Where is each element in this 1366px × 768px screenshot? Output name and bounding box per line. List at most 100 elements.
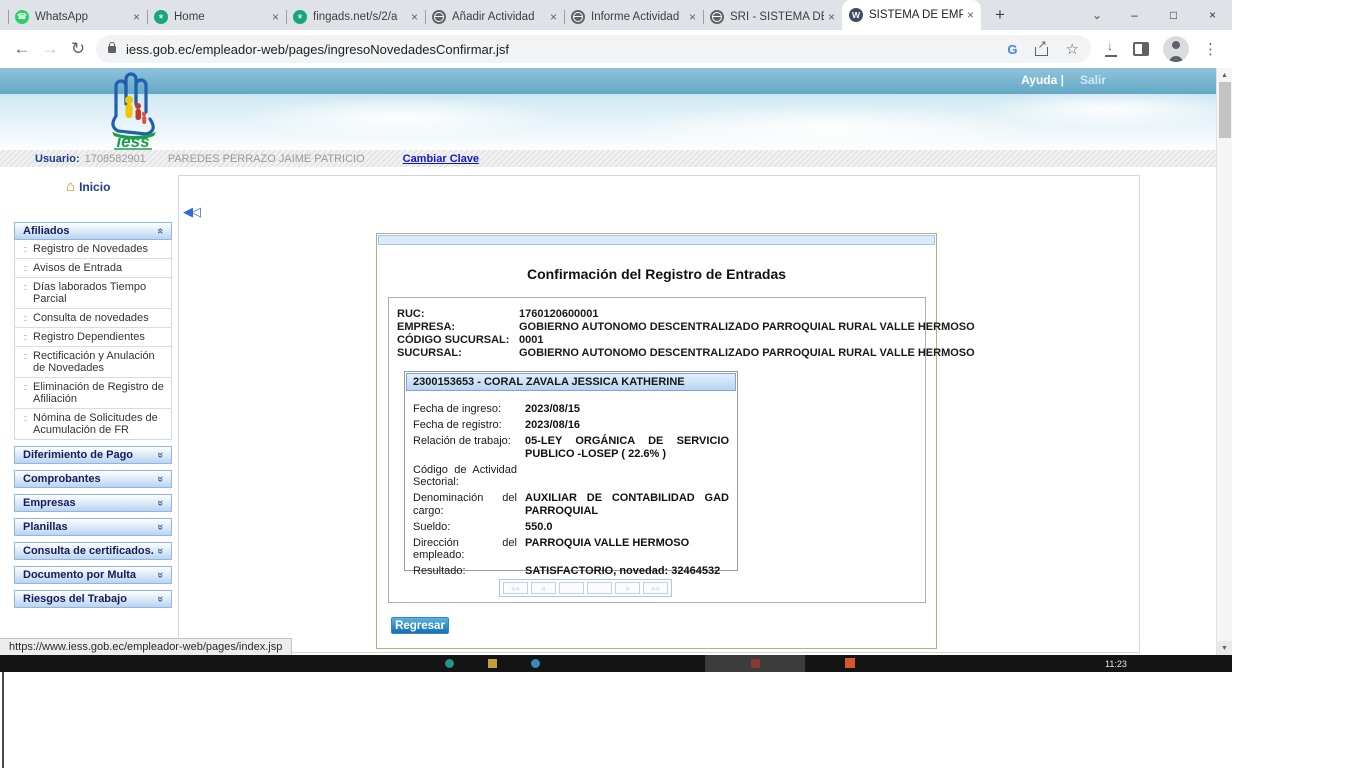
new-tab-button[interactable]: + <box>987 2 1013 28</box>
sidebar-section-afiliados[interactable]: Afiliados « <box>14 222 172 240</box>
menu-item-label: Rectificación y Anulación de Novedades <box>33 350 169 374</box>
share-icon[interactable] <box>1034 41 1050 57</box>
pager-button[interactable]: »» <box>643 582 668 594</box>
sidebar-section-header[interactable]: Planillas » <box>14 518 172 536</box>
chevron-down-icon: » <box>154 500 166 506</box>
company-field-row: EMPRESA: GOBIERNO AUTONOMO DESCENTRALIZA… <box>397 321 917 334</box>
profile-avatar[interactable] <box>1163 36 1189 62</box>
toolbar-actions: ⋮ <box>1097 36 1224 62</box>
pager-button[interactable]: «« <box>503 582 528 594</box>
close-tab-icon[interactable]: × <box>550 10 557 24</box>
back-icon[interactable]: ← <box>8 35 36 63</box>
close-window-button[interactable]: × <box>1193 0 1232 30</box>
sidebar-section-header[interactable]: Diferimiento de Pago » <box>14 446 172 464</box>
browser-tab[interactable]: Home × <box>147 3 286 30</box>
section-label: Comprobantes <box>23 473 101 485</box>
close-tab-icon[interactable]: × <box>689 10 696 24</box>
usuario-id: 1708582901 <box>85 153 146 165</box>
employee-field-row: Código de Actividad Sectorial: <box>413 464 729 489</box>
field-value: 1760120600001 <box>519 308 599 321</box>
sidebar-menu-item[interactable]: Consulta de novedades <box>15 309 171 328</box>
bullet-icon <box>17 331 33 343</box>
sidebar-section-header[interactable]: Riesgos del Trabajo » <box>14 590 172 608</box>
company-field-row: SUCURSAL: GOBIERNO AUTONOMO DESCENTRALIZ… <box>397 347 917 360</box>
scrollbar-thumb[interactable] <box>1219 82 1231 138</box>
taskbar-active-app[interactable] <box>705 655 805 672</box>
iess-logo: iess <box>100 70 166 155</box>
browser-tab[interactable]: SRI - SISTEMA DE × <box>703 3 842 30</box>
reload-icon[interactable]: ↻ <box>64 35 92 63</box>
pager-button[interactable] <box>587 582 612 594</box>
field-value: GOBIERNO AUTONOMO DESCENTRALIZADO PARROQ… <box>519 347 975 360</box>
tab-search-icon[interactable]: ⌄ <box>1079 0 1115 30</box>
pager-button[interactable]: « <box>531 582 556 594</box>
ayuda-link[interactable]: Ayuda | <box>1021 73 1064 87</box>
taskbar-app-icon[interactable] <box>445 659 454 668</box>
window-controls: ⌄ – □ × <box>1079 0 1232 30</box>
field-label: EMPRESA: <box>397 321 519 334</box>
page-scrollbar[interactable]: ▲ ▼ <box>1216 68 1232 655</box>
sidebar-section-header[interactable]: Comprobantes » <box>14 470 172 488</box>
sidebar-menu-item[interactable]: Eliminación de Registro de Afiliación <box>15 378 171 409</box>
close-tab-icon[interactable]: × <box>272 10 279 24</box>
minimize-button[interactable]: – <box>1115 0 1154 30</box>
browser-tab[interactable]: Informe Actividad × <box>564 3 703 30</box>
regresar-button[interactable]: Regresar <box>391 617 449 634</box>
bookmark-star-icon[interactable]: ☆ <box>1066 40 1079 58</box>
employee-field-value <box>525 464 729 489</box>
close-tab-icon[interactable]: × <box>411 10 418 24</box>
employee-field-row: Fecha de ingreso: 2023/08/15 <box>413 403 729 416</box>
bullet-icon <box>17 381 33 405</box>
chevron-down-icon: » <box>154 572 166 578</box>
collapse-sidebar-icon[interactable]: ◀◁ <box>183 204 199 220</box>
sidebar-menu-item[interactable]: Días laborados Tiempo Parcial <box>15 278 171 309</box>
pager-button[interactable]: » <box>615 582 640 594</box>
browser-tab[interactable]: fingads.net/s/2/a × <box>286 3 425 30</box>
tab-favicon <box>849 8 863 22</box>
close-tab-icon[interactable]: × <box>133 10 140 24</box>
sidebar-menu-item[interactable]: Registro de Novedades <box>15 240 171 259</box>
browser-tab[interactable]: WhatsApp × <box>8 3 147 30</box>
employee-field-row: Sueldo: 550.0 <box>413 521 729 534</box>
scroll-down-icon[interactable]: ▼ <box>1217 641 1232 655</box>
menu-dots-icon[interactable]: ⋮ <box>1203 40 1218 58</box>
address-bar[interactable]: iess.gob.ec/empleador-web/pages/ingresoN… <box>96 35 1091 63</box>
employee-field-label: Fecha de registro: <box>413 419 525 432</box>
sidebar-menu-item[interactable]: Rectificación y Anulación de Novedades <box>15 347 171 378</box>
tab-favicon <box>154 10 168 24</box>
sidebar-section-header[interactable]: Documento por Multa » <box>14 566 172 584</box>
employee-header: 2300153653 - CORAL ZAVALA JESSICA KATHER… <box>406 373 736 391</box>
tab-title: WhatsApp <box>35 11 129 23</box>
taskbar-app-icon[interactable] <box>845 658 855 668</box>
tab-title: Home <box>174 11 268 23</box>
maximize-button[interactable]: □ <box>1154 0 1193 30</box>
sidebar-section-header[interactable]: Empresas » <box>14 494 172 512</box>
inicio-link[interactable]: ⌂ Inicio <box>66 178 110 195</box>
forward-icon[interactable]: → <box>36 35 64 63</box>
scroll-up-icon[interactable]: ▲ <box>1217 68 1232 82</box>
browser-tab[interactable]: Añadir Actividad × <box>425 3 564 30</box>
tab-favicon <box>293 10 307 24</box>
cambiar-clave-link[interactable]: Cambiar Clave <box>403 153 479 165</box>
taskbar-app-icon[interactable] <box>488 659 497 668</box>
company-fields: RUC: 1760120600001 EMPRESA: GOBIERNO AUT… <box>389 298 925 360</box>
sidebar-menu-item[interactable]: Avisos de Entrada <box>15 259 171 278</box>
close-tab-icon[interactable]: × <box>967 8 974 22</box>
employee-field-row: Resultado: SATISFACTORIO, novedad: 32464… <box>413 565 729 578</box>
salir-link[interactable]: Salir <box>1080 73 1106 87</box>
download-icon[interactable] <box>1103 41 1119 57</box>
pager-button[interactable] <box>559 582 584 594</box>
taskbar-app-icon[interactable] <box>531 659 540 668</box>
sidebar-menu-item[interactable]: Nómina de Solicitudes de Acumulación de … <box>15 409 171 439</box>
side-panel-icon[interactable] <box>1133 42 1149 56</box>
sidebar-sections: Diferimiento de Pago » Comprobantes » Em… <box>14 446 172 608</box>
google-icon[interactable]: G <box>1007 42 1017 57</box>
url-text[interactable]: iess.gob.ec/empleador-web/pages/ingresoN… <box>126 42 509 57</box>
close-tab-icon[interactable]: × <box>828 10 835 24</box>
sidebar-section-header[interactable]: Consulta de certificados. » <box>14 542 172 560</box>
cloud-decor <box>620 104 1040 154</box>
omnibox-actions: G ☆ <box>1007 40 1079 58</box>
sidebar-menu-item[interactable]: Registro Dependientes <box>15 328 171 347</box>
browser-tab[interactable]: SISTEMA DE EMP × <box>842 0 981 30</box>
inicio-label: Inicio <box>79 180 110 194</box>
